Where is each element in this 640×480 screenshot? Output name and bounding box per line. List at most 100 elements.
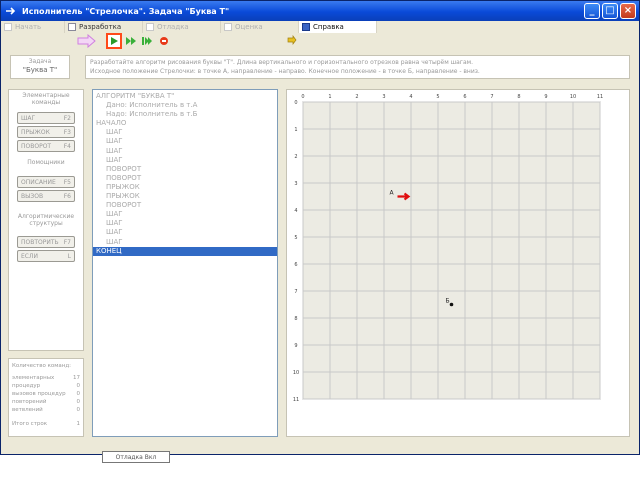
column-label: 11 xyxy=(597,94,603,100)
stop-icon xyxy=(160,37,168,45)
debug-icon xyxy=(146,23,154,31)
row-label: 2 xyxy=(294,154,297,160)
program-line[interactable]: ШАГ xyxy=(93,228,277,237)
column-label: 8 xyxy=(517,94,520,100)
help-book-icon xyxy=(302,23,310,31)
call-command-button[interactable]: ВЫЗОВ F6 xyxy=(17,190,75,202)
step-icon xyxy=(126,37,136,45)
column-label: 1 xyxy=(328,94,331,100)
title-bar[interactable]: Исполнитель "Стрелочка". Задача "Буква Т… xyxy=(1,1,639,21)
step-command-button[interactable]: ШАГ F2 xyxy=(17,112,75,124)
column-label: 2 xyxy=(355,94,358,100)
arrow-app-icon xyxy=(5,6,17,17)
program-line[interactable]: Дано: Исполнитель в т.А xyxy=(93,101,277,110)
menu-start[interactable]: Начать xyxy=(1,21,65,33)
program-line[interactable]: ПРЫЖОК xyxy=(93,192,277,201)
row-label: 8 xyxy=(294,316,297,322)
row-label: 11 xyxy=(293,397,299,403)
field-grid: 0 1 2 3 4 5 6 7 8 9 10 1101234567891011АБ xyxy=(293,94,603,403)
program-line[interactable]: ШАГ xyxy=(93,238,277,247)
turn-command-button[interactable]: ПОВОРОТ F4 xyxy=(17,140,75,152)
if-command-button[interactable]: ЕСЛИ L xyxy=(17,250,75,262)
help-button[interactable] xyxy=(285,34,299,48)
task-label: Задача xyxy=(28,58,52,65)
structures-heading: Алгоритмические структуры xyxy=(17,213,75,227)
pointer-button[interactable] xyxy=(77,34,97,48)
describe-command-button[interactable]: ОПИСАНИЕ F5 xyxy=(17,176,75,188)
help-icon xyxy=(287,35,297,46)
minimize-button[interactable]: _ xyxy=(584,3,600,19)
task-name: "Буква Т" xyxy=(22,66,58,74)
column-label: 6 xyxy=(463,94,466,100)
row-label: 4 xyxy=(294,208,297,214)
program-line[interactable]: ПОВОРОТ xyxy=(93,174,277,183)
row-label: 7 xyxy=(294,289,297,295)
fast-forward-button[interactable] xyxy=(140,34,154,48)
commands-panel: Элементарные команды ШАГ F2 ПРЫЖОК F3 ПОВО… xyxy=(8,89,84,351)
column-label: 3 xyxy=(382,94,385,100)
maximize-icon: □ xyxy=(605,5,615,16)
column-label: 7 xyxy=(490,94,493,100)
field-background xyxy=(302,101,601,400)
program-line[interactable]: ШАГ xyxy=(93,156,277,165)
stats-row: ветвлений 0 xyxy=(12,407,80,413)
column-label: 0 xyxy=(301,94,304,100)
row-label: 9 xyxy=(294,343,297,349)
program-line[interactable]: Надо: Исполнитель в т.Б xyxy=(93,110,277,119)
program-line[interactable]: ПОВОРОТ xyxy=(93,201,277,210)
maximize-button[interactable]: □ xyxy=(602,3,618,19)
program-line[interactable]: ШАГ xyxy=(93,128,277,137)
drawing-field: 0 1 2 3 4 5 6 7 8 9 10 11 0 1 2 3 4 5 6 7 8 9 10 11 А Б xyxy=(286,89,630,437)
point-b-label: Б xyxy=(446,298,450,305)
minimize-icon: _ xyxy=(589,5,595,16)
program-lines: АЛГОРИТМ "БУКВА Т" Дано: Исполнитель в т.… xyxy=(93,90,277,256)
task-name-box: Задача "Буква Т" xyxy=(10,55,70,79)
program-editor[interactable]: АЛГОРИТМ "БУКВА Т" Дано: Исполнитель в т.… xyxy=(92,89,278,437)
program-line[interactable]: КОНЕЦ xyxy=(93,246,277,256)
repeat-command-button[interactable]: ПОВТОРИТЬ F7 xyxy=(17,236,75,248)
menu-help[interactable]: Справка xyxy=(299,21,377,33)
program-line[interactable]: ПОВОРОТ xyxy=(93,165,277,174)
menu-bar: Начать Разработка Отладка Оценка Справка xyxy=(1,21,639,33)
run-icon xyxy=(111,37,118,45)
task-description: Разработайте алгоритм рисования буквы "Т… xyxy=(85,55,630,79)
program-line[interactable]: ШАГ xyxy=(93,147,277,156)
column-label: 10 xyxy=(570,94,576,100)
stats-row: процедур 0 xyxy=(12,383,80,389)
stats-total-row: Итого строк 1 xyxy=(12,421,80,427)
menu-debug[interactable]: Отладка xyxy=(143,21,221,33)
menu-develop[interactable]: Разработка xyxy=(65,21,143,33)
program-line[interactable]: ШАГ xyxy=(93,219,277,228)
row-label: 1 xyxy=(294,127,297,133)
run-button[interactable] xyxy=(106,33,122,49)
step-button[interactable] xyxy=(124,34,138,48)
stats-panel: Количество команд: элементарных 17 процед… xyxy=(8,358,84,437)
program-line[interactable]: АЛГОРИТМ "БУКВА Т" xyxy=(93,92,277,101)
program-line[interactable]: НАЧАЛО xyxy=(93,119,277,128)
stats-row: повторений 0 xyxy=(12,399,80,405)
menu-evaluate[interactable]: Оценка xyxy=(221,21,299,33)
close-icon: × xyxy=(623,5,633,16)
close-button[interactable]: × xyxy=(620,3,636,19)
fast-forward-icon xyxy=(142,37,152,45)
program-line[interactable]: ПРЫЖОК xyxy=(93,183,277,192)
task-description-line: Разработайте алгоритм рисования буквы "Т… xyxy=(90,59,474,66)
program-line[interactable]: ШАГ xyxy=(93,137,277,146)
stop-button[interactable] xyxy=(157,34,171,48)
column-label: 9 xyxy=(544,94,547,100)
jump-command-button[interactable]: ПРЫЖОК F3 xyxy=(17,126,75,138)
stats-row: вызовов процедур 0 xyxy=(12,391,80,397)
row-label: 6 xyxy=(294,262,297,268)
program-line[interactable]: ШАГ xyxy=(93,210,277,219)
develop-icon xyxy=(68,23,76,31)
stats-row: элементарных 17 xyxy=(12,375,80,381)
row-label: 3 xyxy=(294,181,297,187)
task-description-line: Исходное положение Стрелочки: в точке А,… xyxy=(90,68,480,75)
arrow-pointer-icon xyxy=(77,34,96,48)
app-window: Исполнитель "Стрелочка". Задача "Буква Т… xyxy=(0,0,640,455)
evaluate-icon xyxy=(224,23,232,31)
window-title: Исполнитель "Стрелочка". Задача "Буква Т… xyxy=(22,6,230,16)
basic-commands-heading: Элементарные команды xyxy=(22,92,70,106)
point-b-marker xyxy=(449,302,454,307)
column-label: 4 xyxy=(409,94,412,100)
